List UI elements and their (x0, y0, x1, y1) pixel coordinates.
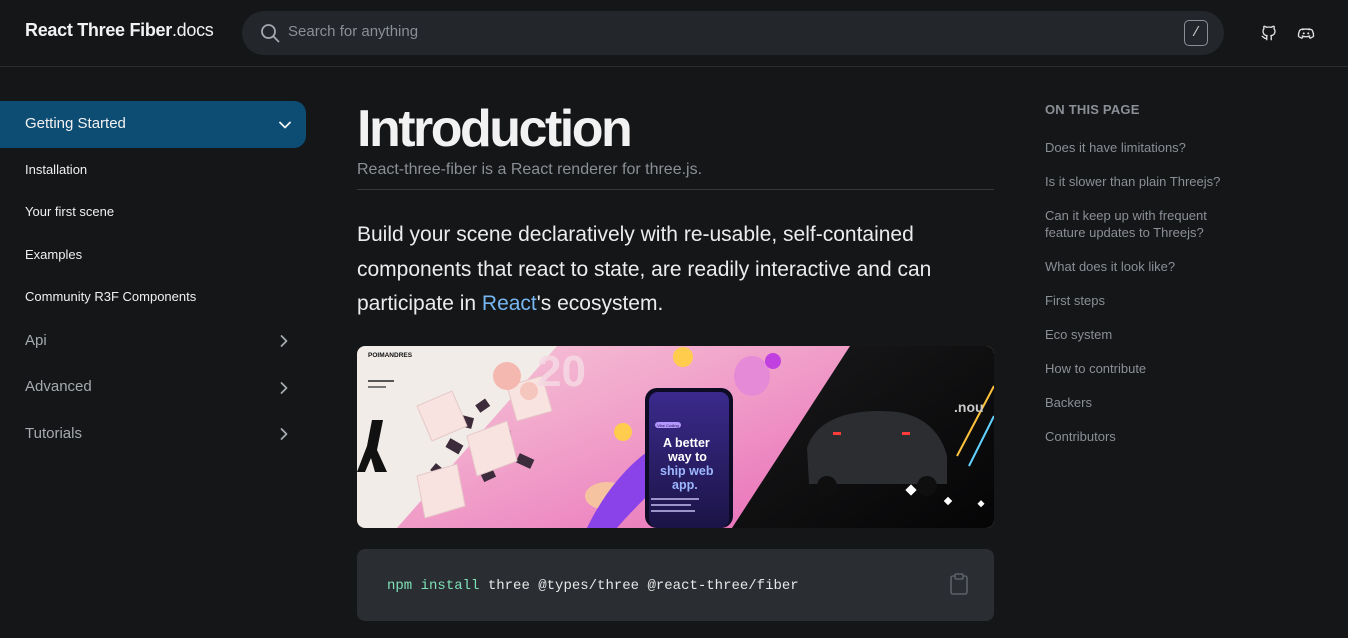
sidebar-nav: Getting Started Installation Your first … (0, 67, 320, 638)
search-shortcut-key: / (1184, 20, 1208, 46)
clipboard-icon[interactable] (949, 573, 969, 595)
github-icon[interactable] (1260, 24, 1278, 42)
lead-paragraph: Build your scene declaratively with re-u… (357, 218, 994, 322)
chevron-right-icon[interactable] (277, 381, 291, 395)
sidebar-section-advanced[interactable]: Advanced (25, 378, 92, 395)
logo-brand: React Three Fiber (25, 20, 172, 40)
hero-big-text: 20 (537, 347, 586, 396)
search-icon (261, 24, 280, 43)
sidebar-item-your-first-scene[interactable]: Your first scene (25, 204, 114, 219)
hero-brand-text: POIMANDRES (368, 352, 413, 359)
phone-headline-4: app. (672, 478, 698, 492)
sidebar-section-api[interactable]: Api (25, 332, 47, 349)
search-bar[interactable]: Search for anything / (242, 11, 1224, 55)
install-code-block: npm install three @types/three @react-th… (357, 549, 994, 621)
toc-item[interactable]: Backers (1045, 394, 1245, 411)
search-placeholder: Search for anything (288, 23, 419, 40)
page-title: Introduction (357, 100, 633, 158)
sidebar-item-installation[interactable]: Installation (25, 162, 87, 177)
discord-icon[interactable] (1297, 24, 1315, 42)
top-header: React Three Fiber.docs Search for anythi… (0, 0, 1348, 67)
sidebar-section-label: Getting Started (25, 115, 126, 132)
site-logo[interactable]: React Three Fiber.docs (25, 20, 214, 41)
sidebar-section-tutorials[interactable]: Tutorials (25, 425, 82, 442)
chevron-down-icon (279, 121, 291, 129)
hero-showcase-image: POIMANDRES 20 Vibe Coding A better way t… (357, 346, 994, 528)
lead-text-end: 's ecosystem. (536, 292, 664, 315)
phone-headline-2: way to (667, 450, 707, 464)
sidebar-section-getting-started[interactable]: Getting Started (0, 101, 306, 148)
toc-title: ON THIS PAGE (1045, 102, 1140, 117)
logo-suffix: .docs (171, 20, 214, 40)
hero-right-text: .nou (954, 399, 984, 415)
install-command: npm install three @types/three @react-th… (387, 578, 799, 594)
code-cmd: npm (387, 578, 413, 594)
page-subtitle: React-three-fiber is a React renderer fo… (357, 161, 703, 178)
sidebar-item-community[interactable]: Community R3F Components (25, 289, 196, 304)
code-subcmd: install (420, 578, 480, 594)
toc-item[interactable]: How to contribute (1045, 360, 1245, 377)
toc-item[interactable]: What does it look like? (1045, 258, 1245, 275)
phone-headline-3: ship web (660, 464, 714, 478)
react-link[interactable]: React (482, 292, 537, 315)
toc-item[interactable]: Eco system (1045, 326, 1245, 343)
title-divider (357, 189, 994, 190)
toc-item[interactable]: Contributors (1045, 428, 1245, 445)
chevron-right-icon[interactable] (277, 427, 291, 441)
toc-item[interactable]: Does it have limitations? (1045, 139, 1245, 156)
code-args: three @types/three @react-three/fiber (479, 578, 799, 594)
toc-item[interactable]: First steps (1045, 292, 1245, 309)
sidebar-item-examples[interactable]: Examples (25, 247, 82, 262)
phone-badge-text: Vibe Coding (657, 423, 679, 428)
chevron-right-icon[interactable] (277, 334, 291, 348)
phone-headline-1: A better (663, 436, 710, 450)
toc-item[interactable]: Can it keep up with frequent feature upd… (1045, 207, 1245, 241)
toc-item[interactable]: Is it slower than plain Threejs? (1045, 173, 1245, 190)
